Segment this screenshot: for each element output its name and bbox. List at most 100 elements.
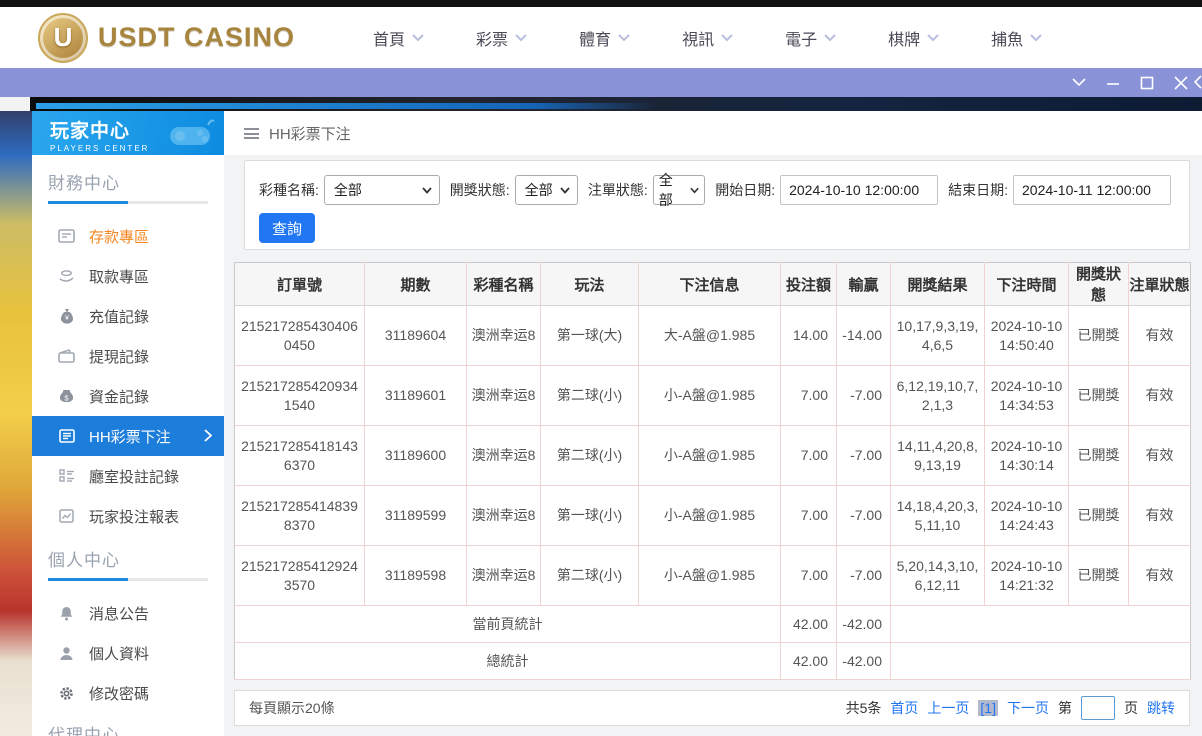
bet-time: 2024-10-10 14:34:53	[984, 365, 1069, 426]
sidebar-item-change-password[interactable]: 修改密碼	[32, 673, 224, 713]
sidebar-item-hh-lottery-bets[interactable]: HH彩票下注	[32, 416, 224, 456]
section-underline	[48, 578, 208, 581]
nav-item-electronic[interactable]: 電子	[785, 26, 836, 50]
bets-table-wrap: 訂單號 期數 彩種名稱 玩法 下注信息 投注額 輸贏 開獎結果 下注時間 開獎狀…	[234, 262, 1191, 680]
background-page-strip	[0, 111, 32, 736]
bet-time: 2024-10-10 14:21:32	[984, 545, 1069, 606]
page-title: HH彩票下注	[269, 125, 351, 143]
nav-item-label: 電子	[785, 31, 818, 49]
chevron-down-icon	[618, 33, 630, 41]
period: 31189599	[364, 485, 467, 546]
order-status: 有效	[1128, 305, 1191, 366]
jump-page-input[interactable]	[1081, 696, 1115, 720]
coin-purse-icon: $	[58, 388, 75, 405]
order-number: 2152172854304060450	[234, 305, 365, 366]
play-type: 第二球(小)	[540, 365, 639, 426]
nav-item-sports[interactable]: 體育	[579, 26, 630, 50]
nav-item-label: 捕魚	[991, 31, 1024, 49]
draw-status: 已開獎	[1068, 485, 1129, 546]
maximize-icon[interactable]	[1140, 76, 1154, 90]
draw-result: 10,17,9,3,19,4,6,5	[890, 305, 985, 366]
table-row: 2152172854181436370 31189600 澳洲幸运8 第二球(小) 小-…	[234, 425, 1191, 486]
page-summary-bet-total: 42.00	[780, 605, 837, 643]
order-status-select[interactable]: 全部	[652, 172, 706, 208]
sidebar: 玩家中心 PLAYERS CENTER 財務中心 存款專區 取款專區 ¥ 充值記…	[32, 111, 224, 736]
period: 31189598	[364, 545, 467, 606]
filter-panel: 彩種名稱: 全部 開獎狀態: 全部 注單狀態: 全部 開始日期: 結束日期:	[244, 160, 1190, 250]
start-date-input[interactable]	[780, 175, 939, 205]
chevron-down-icon[interactable]	[1072, 76, 1086, 90]
draw-status-select[interactable]: 全部	[514, 175, 578, 205]
grand-summary-row: 總統計 42.00 -42.00	[234, 642, 1191, 680]
win-loss: -7.00	[836, 545, 891, 606]
hamburger-icon[interactable]	[244, 127, 259, 139]
sidebar-item-player-bet-report[interactable]: 玩家投注報表	[32, 496, 224, 536]
col-bet-amount: 投注額	[780, 262, 837, 306]
chevron-down-icon	[1030, 33, 1042, 41]
clipboard-list-icon	[58, 468, 75, 485]
section-title: 代理中心	[48, 726, 120, 736]
grand-summary-bet-total: 42.00	[780, 642, 837, 680]
top-navbar: U USDT CASINO 首頁 彩票 體育 視訊 電子 棋牌 捕魚	[0, 7, 1202, 68]
bet-list-icon	[58, 428, 75, 445]
nav-item-label: 首頁	[373, 31, 406, 49]
order-status: 有效	[1128, 365, 1191, 426]
chevron-right-icon	[204, 429, 213, 445]
sidebar-item-deposit[interactable]: 存款專區	[32, 216, 224, 256]
page-summary-row: 當前頁統計 42.00 -42.00	[234, 605, 1191, 643]
chevron-down-icon	[690, 187, 699, 194]
nav-item-video[interactable]: 視訊	[682, 26, 733, 50]
query-button[interactable]: 查詢	[259, 213, 315, 243]
chevron-down-icon	[412, 33, 424, 41]
sidebar-item-label: HH彩票下注	[89, 428, 171, 446]
nav-item-home[interactable]: 首頁	[373, 26, 424, 50]
sidebar-item-profile[interactable]: 個人資料	[32, 633, 224, 673]
inner-window-top-strip	[30, 97, 1202, 111]
period: 31189600	[364, 425, 467, 486]
title-bar	[0, 68, 1202, 97]
order-status: 有效	[1128, 545, 1191, 606]
sidebar-item-label: 個人資料	[89, 645, 150, 663]
col-period: 期數	[364, 262, 467, 306]
win-loss: -7.00	[836, 485, 891, 546]
sidebar-item-label: 廳室投註記錄	[89, 468, 180, 486]
sidebar-item-hall-bet-record[interactable]: 廳室投註記錄	[32, 456, 224, 496]
lottery-name-select[interactable]: 全部	[323, 175, 440, 205]
order-number: 2152172854148398370	[234, 485, 365, 546]
end-date-input[interactable]	[1013, 175, 1171, 205]
draw-status: 已開獎	[1068, 545, 1129, 606]
sidebar-item-recharge-record[interactable]: ¥ 充值記錄	[32, 296, 224, 336]
first-page-link[interactable]: 首页	[890, 698, 918, 718]
nav-item-fishing[interactable]: 捕魚	[991, 26, 1042, 50]
site-logo[interactable]: U USDT CASINO	[38, 12, 296, 63]
sidebar-item-announcements[interactable]: 消息公告	[32, 593, 224, 633]
left-gap	[0, 97, 30, 111]
minimize-icon[interactable]	[1106, 76, 1120, 90]
pager: 共5条 首页 上一页 [1] 下一页 第 页 跳转	[846, 696, 1175, 720]
lottery-name: 澳洲幸运8	[466, 305, 541, 366]
sidebar-item-funds-record[interactable]: $ 資金記錄	[32, 376, 224, 416]
chevron-down-icon	[515, 33, 527, 41]
next-page-link[interactable]: 下一页	[1007, 698, 1049, 718]
prev-page-link[interactable]: 上一页	[927, 698, 969, 718]
section-personal-center: 個人中心	[32, 536, 224, 581]
logo-text: USDT CASINO	[98, 22, 296, 52]
bell-icon	[58, 605, 75, 622]
start-date-label: 開始日期:	[715, 182, 776, 198]
sidebar-item-withdrawal-record[interactable]: 提現記錄	[32, 336, 224, 376]
top-black-strip	[0, 0, 1202, 7]
win-loss: -7.00	[836, 425, 891, 486]
sidebar-item-label: 存款專區	[89, 228, 150, 246]
order-number: 2152172854209341540	[234, 365, 365, 426]
sidebar-item-withdraw[interactable]: 取款專區	[32, 256, 224, 296]
order-status: 有效	[1128, 485, 1191, 546]
nav-item-lottery[interactable]: 彩票	[476, 26, 527, 50]
close-icon[interactable]	[1174, 75, 1188, 90]
wallet-icon	[58, 348, 75, 365]
page-size-text: 每頁顯示20條	[249, 700, 335, 716]
col-draw-result: 開獎結果	[890, 262, 985, 306]
bet-info: 大-A盤@1.985	[638, 305, 781, 366]
jump-go-link[interactable]: 跳转	[1147, 698, 1175, 718]
nav-item-chess[interactable]: 棋牌	[888, 26, 939, 50]
col-play-type: 玩法	[540, 262, 639, 306]
